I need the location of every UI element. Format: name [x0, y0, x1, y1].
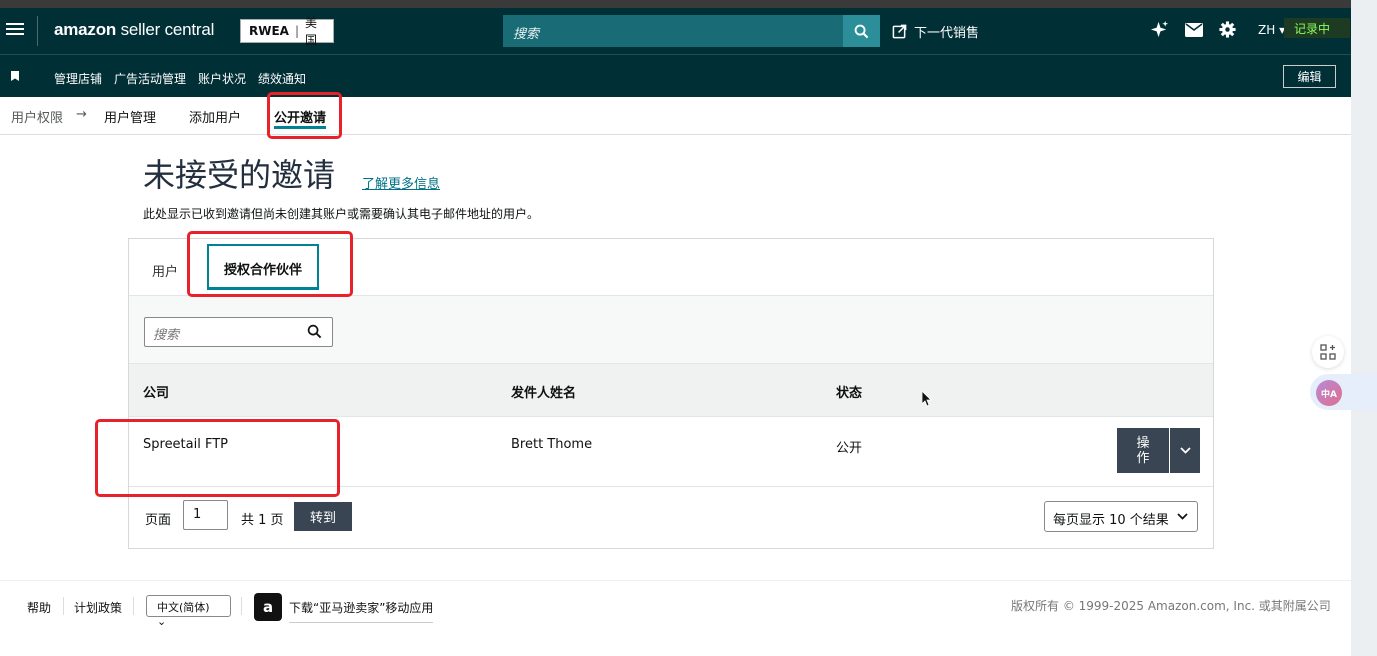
edit-bookmarks-button[interactable]: 编辑: [1283, 65, 1336, 88]
page-description: 此处显示已收到邀请但尚未创建其账户或需要确认其电子邮件地址的用户。: [143, 207, 540, 221]
cell-sender-name: Brett Thome: [511, 437, 593, 452]
results-per-page-select[interactable]: 每页显示 10 个结果: [1044, 501, 1198, 532]
nav-item-campaign-manager[interactable]: 广告活动管理: [114, 70, 186, 87]
global-search-button[interactable]: [843, 15, 880, 47]
mouse-cursor-icon: [922, 391, 932, 407]
top-header: amazon seller central RWEA | 美国 搜索 下一代销售…: [0, 8, 1351, 54]
column-company: 公司: [143, 386, 170, 401]
column-sender-name: 发件人姓名: [511, 386, 577, 401]
nav-item-manage-store[interactable]: 管理店铺: [54, 70, 102, 87]
browser-scrollbar[interactable]: [1351, 0, 1377, 656]
page-label: 页面: [145, 513, 172, 528]
language-selector[interactable]: ZH ▾: [1258, 23, 1285, 37]
page-total: 共 1 页: [241, 513, 284, 528]
breadcrumb-user-permissions[interactable]: 用户权限: [11, 107, 63, 126]
mail-icon[interactable]: [1185, 22, 1203, 37]
highlight-box-open-invitations: [267, 92, 342, 139]
highlight-box-partners-tab: [187, 231, 353, 297]
gear-icon[interactable]: [1219, 21, 1236, 38]
page-title: 未接受的邀请: [143, 156, 336, 194]
page-number-input[interactable]: 1: [183, 500, 228, 530]
breadcrumb: 用户权限 → 用户管理 添加用户 公开邀请: [0, 97, 1351, 135]
table-search-area: 搜索: [129, 295, 1213, 363]
row-action-dropdown[interactable]: [1170, 428, 1200, 473]
chevron-down-icon: [1179, 447, 1191, 454]
copyright-text: 版权所有 © 1999-2025 Amazon.com, Inc. 或其附属公司: [1011, 599, 1331, 613]
region-code: RWEA: [249, 24, 289, 38]
download-app-link[interactable]: 下载“亚马逊卖家”移动应用: [289, 599, 434, 623]
page-footer: 帮助 计划政策 中文(简体) ⌄ a 下载“亚马逊卖家”移动应用 版权所有 © …: [0, 580, 1351, 640]
breadcrumb-arrow-icon: →: [76, 107, 87, 122]
seller-app-icon[interactable]: a: [254, 593, 282, 621]
footer-policy-link[interactable]: 计划政策: [74, 599, 122, 616]
marketplace-switcher[interactable]: RWEA | 美国: [240, 16, 334, 47]
row-action-button[interactable]: 操作: [1117, 428, 1169, 473]
hamburger-menu-icon[interactable]: [6, 20, 24, 42]
footer-help-link[interactable]: 帮助: [27, 599, 51, 616]
search-icon[interactable]: [307, 324, 322, 339]
highlight-box-company-cell: [95, 419, 340, 497]
breadcrumb-add-user[interactable]: 添加用户: [189, 107, 241, 126]
nav-item-account-health[interactable]: 账户状况: [198, 70, 246, 87]
chevron-down-icon: [1177, 513, 1188, 520]
breadcrumb-user-management[interactable]: 用户管理: [104, 107, 156, 126]
footer-language-select[interactable]: 中文(简体) ⌄: [146, 595, 231, 628]
tab-users[interactable]: 用户: [152, 261, 178, 280]
translate-extension-button[interactable]: 中A: [1310, 374, 1377, 410]
next-gen-selling-link[interactable]: 下一代销售: [892, 22, 979, 41]
recording-indicator: 记录中: [1284, 18, 1350, 38]
translate-icon: 中A: [1316, 380, 1342, 406]
table-search-input[interactable]: 搜索: [144, 317, 333, 347]
table-header: 公司 发件人姓名 状态: [129, 363, 1213, 417]
header-divider: [37, 16, 38, 46]
window-top-strip: [0, 0, 1377, 8]
bookmark-nav-bar: 管理店铺 广告活动管理 账户状况 绩效通知 编辑: [0, 54, 1351, 97]
region-name: 美国: [305, 16, 318, 47]
cell-status: 公开: [836, 441, 863, 456]
search-icon: [854, 24, 869, 38]
global-search-input[interactable]: 搜索: [503, 15, 843, 47]
goto-page-button[interactable]: 转到: [294, 502, 352, 531]
external-link-icon: [892, 24, 907, 39]
column-status: 状态: [836, 386, 863, 401]
apps-grid-icon[interactable]: [1312, 336, 1344, 368]
seller-central-logo[interactable]: amazon seller central: [54, 20, 214, 40]
sparkle-ai-icon[interactable]: [1150, 20, 1169, 39]
bookmark-icon[interactable]: [11, 71, 19, 81]
nav-item-performance-notifications[interactable]: 绩效通知: [258, 70, 306, 87]
learn-more-link[interactable]: 了解更多信息: [362, 173, 440, 192]
